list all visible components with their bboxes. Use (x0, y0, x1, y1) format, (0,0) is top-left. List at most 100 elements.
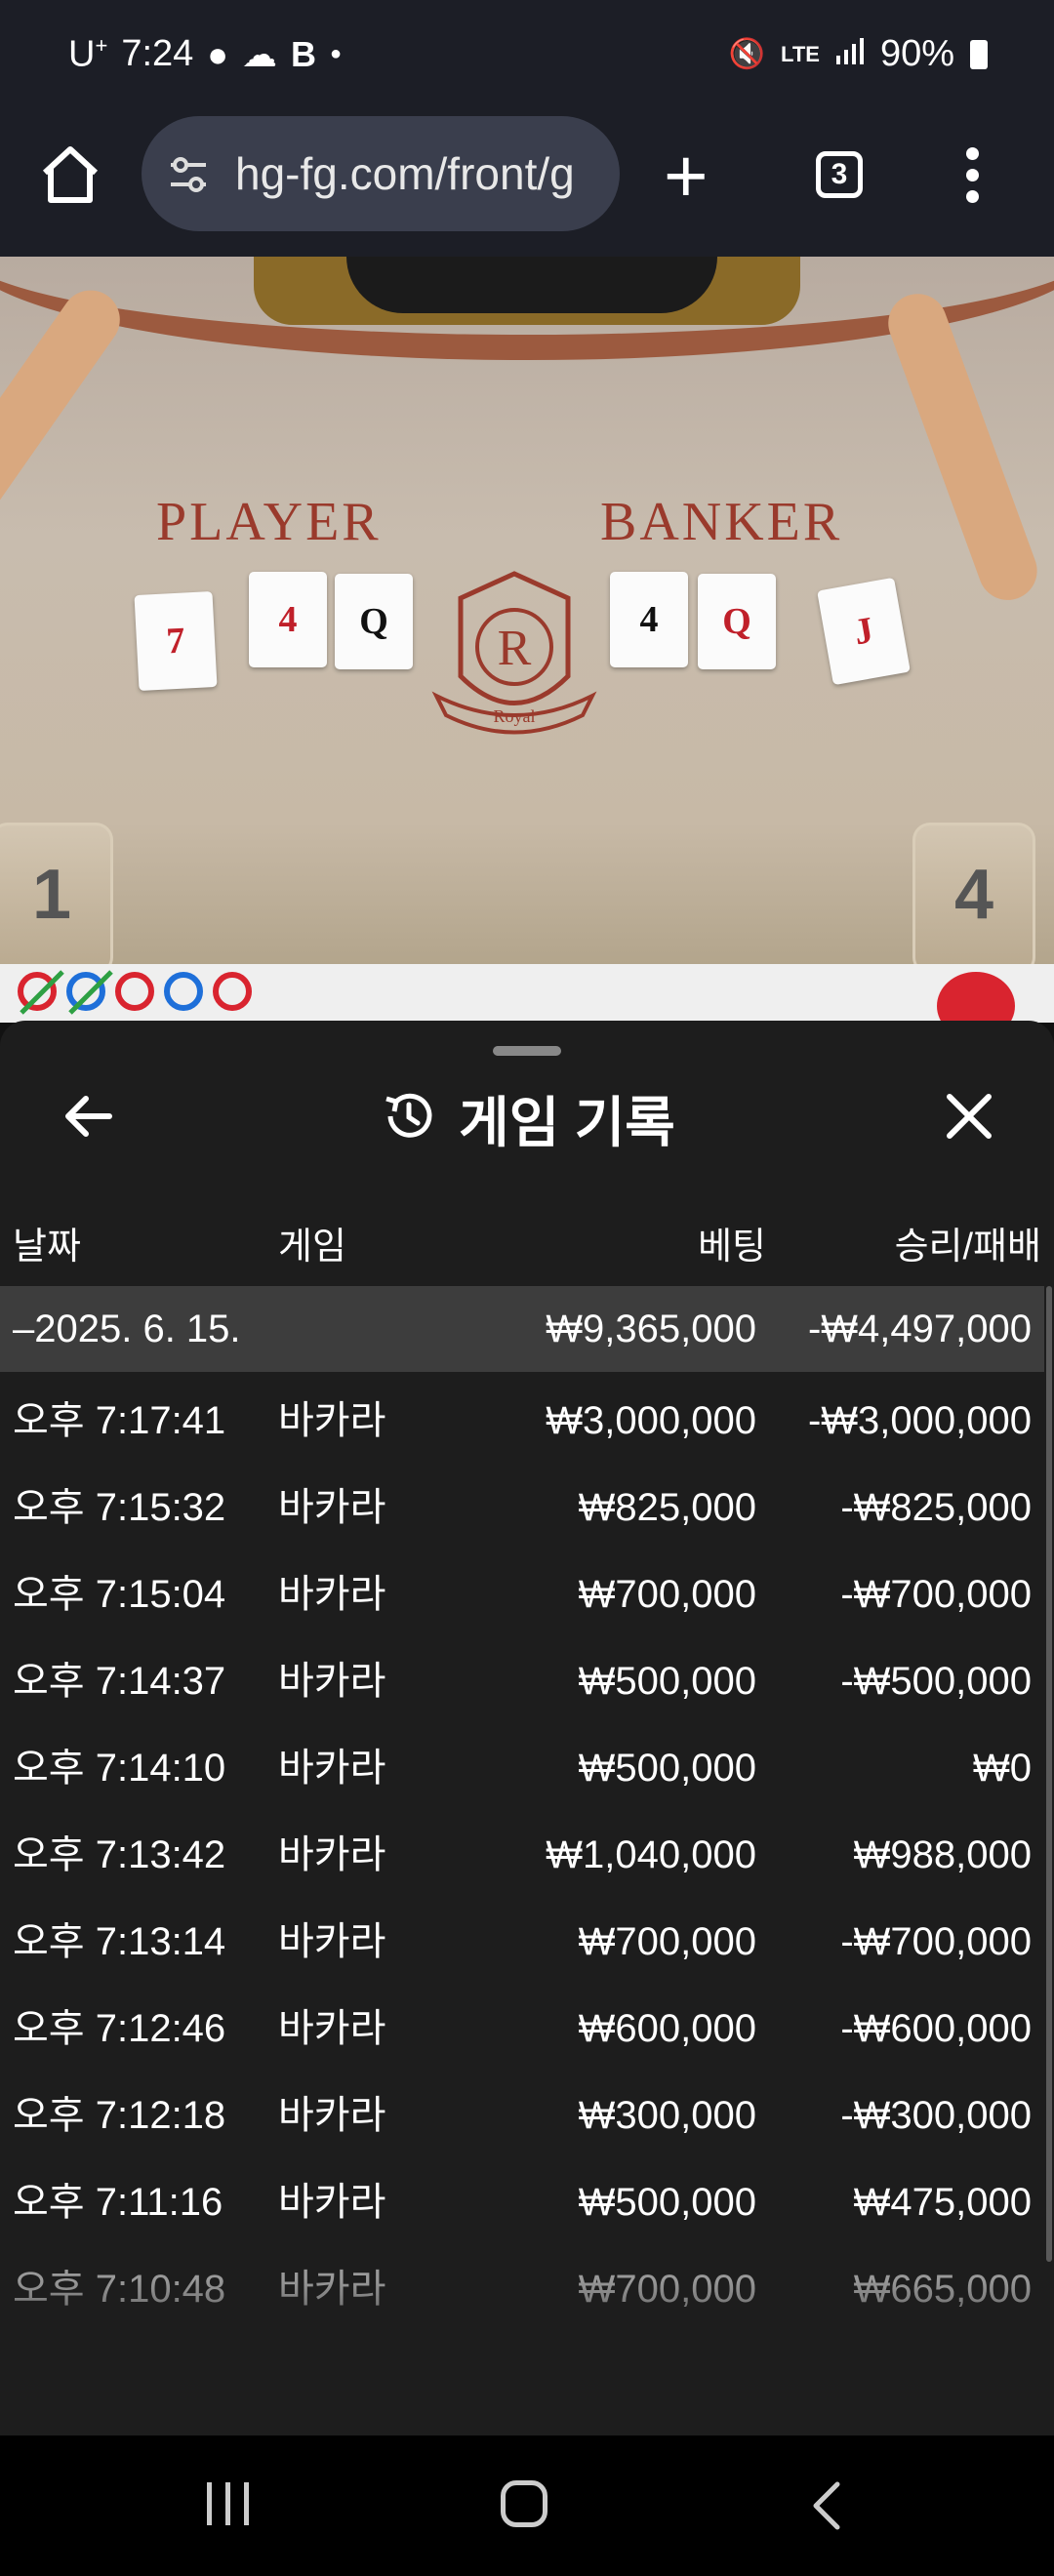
row-game: 바카라 (278, 2181, 386, 2224)
tie-marker-icon (20, 970, 113, 1015)
dealer-right-arm (879, 285, 1046, 609)
row-game: 바카라 (278, 2007, 386, 2050)
table-row[interactable]: 오후 7:14:37 바카라 ₩500,000 -₩500,000 (0, 1632, 1044, 1719)
summary-bet: ₩9,365,000 (546, 1308, 756, 1350)
history-list: 오후 7:17:41 바카라 ₩3,000,000 -₩3,000,000 오후 7:… (0, 1372, 1044, 2327)
row-bet: ₩500,000 (578, 1747, 756, 1790)
row-game: 바카라 (278, 1660, 386, 1703)
road-bead (115, 972, 154, 1011)
drag-handle[interactable] (493, 1046, 561, 1056)
scrollbar[interactable] (1046, 1286, 1052, 2262)
signal-icon (835, 33, 865, 75)
lte-label: LTE (781, 41, 820, 66)
address-bar[interactable]: hg-fg.com/front/g (142, 116, 620, 231)
more-vert-icon[interactable] (966, 147, 980, 212)
recent-apps-icon[interactable] (207, 2482, 249, 2525)
row-bet: ₩500,000 (578, 2181, 756, 2224)
nav-home-icon[interactable] (501, 2480, 547, 2527)
home-icon[interactable] (37, 141, 103, 208)
row-result: -₩700,000 (840, 1573, 1032, 1616)
status-right: 🔇 LTE 90% (729, 33, 988, 75)
row-time: 오후 7:14:37 (13, 1660, 226, 1703)
table-row[interactable]: 오후 7:11:16 바카라 ₩500,000 ₩475,000 (0, 2153, 1044, 2240)
row-time: 오후 7:15:04 (13, 1573, 226, 1616)
tab-switcher-button[interactable]: 3 (816, 151, 863, 198)
row-game: 바카라 (278, 2094, 386, 2137)
row-result: -₩300,000 (840, 2094, 1032, 2137)
row-time: 오후 7:15:32 (13, 1486, 226, 1529)
plus-icon[interactable]: + (664, 138, 709, 214)
battery-icon (970, 39, 988, 69)
banker-label: BANKER (600, 492, 843, 552)
date-summary-row[interactable]: –2025. 6. 15. ₩9,365,000 -₩4,497,000 (0, 1286, 1044, 1372)
system-nav-bar (0, 2435, 1054, 2576)
panel-header: 게임 기록 (0, 1079, 1054, 1158)
table-row[interactable]: 오후 7:13:14 바카라 ₩700,000 -₩700,000 (0, 1893, 1044, 1980)
row-bet: ₩3,000,000 (546, 1399, 756, 1442)
row-bet: ₩1,040,000 (546, 1833, 756, 1876)
b-app-icon: B (291, 33, 317, 74)
column-header-bet[interactable]: 베팅 (698, 1216, 766, 1269)
bead-road (0, 964, 1054, 1040)
road-bead (213, 972, 252, 1011)
row-bet: ₩825,000 (578, 1486, 756, 1529)
column-header-date[interactable]: 날짜 (13, 1216, 81, 1269)
table-row[interactable]: 오후 7:12:46 바카라 ₩600,000 -₩600,000 (0, 1980, 1044, 2067)
table-row[interactable]: 오후 7:14:10 바카라 ₩500,000 ₩0 (0, 1719, 1044, 1806)
row-bet: ₩600,000 (578, 2007, 756, 2050)
mute-icon: 🔇 (728, 38, 766, 70)
chat-bubble-icon: ● (207, 33, 229, 74)
row-bet: ₩700,000 (578, 1920, 756, 1963)
status-time: 7:24 (121, 33, 194, 75)
weather-icon: ☁ (242, 33, 278, 74)
row-result: -₩600,000 (840, 2007, 1032, 2050)
row-result: ₩0 (973, 1747, 1032, 1790)
row-bet: ₩300,000 (578, 2094, 756, 2137)
history-icon (379, 1087, 437, 1150)
row-result: -₩500,000 (840, 1660, 1032, 1703)
status-left: U+ 7:24 ● ☁ B ● (68, 33, 342, 76)
tune-icon[interactable] (167, 153, 210, 201)
table-row[interactable]: 오후 7:15:32 바카라 ₩825,000 -₩825,000 (0, 1459, 1044, 1546)
banker-card-3: J (817, 577, 911, 686)
column-header-result[interactable]: 승리/패배 (895, 1216, 1041, 1269)
row-time: 오후 7:14:10 (13, 1747, 226, 1790)
row-bet: ₩700,000 (578, 1573, 756, 1616)
row-game: 바카라 (278, 1747, 386, 1790)
banker-card-1: 4 (610, 572, 688, 667)
column-header-game[interactable]: 게임 (278, 1216, 346, 1269)
row-time: 오후 7:12:18 (13, 2094, 226, 2137)
road-bead (164, 972, 203, 1011)
live-video-feed[interactable]: PLAYER BANKER 7 4 Q 4 Q J R Royal 1 4 (0, 257, 1054, 964)
list-fade-overlay (0, 2279, 1054, 2435)
dealer-shirt (346, 257, 717, 313)
row-game: 바카라 (278, 1399, 386, 1442)
nav-back-icon[interactable] (800, 2476, 859, 2535)
svg-text:Royal: Royal (494, 706, 536, 726)
row-result: ₩988,000 (853, 1833, 1032, 1876)
close-icon[interactable] (942, 1089, 996, 1144)
browser-toolbar: hg-fg.com/front/g + 3 (0, 112, 1054, 257)
row-game: 바카라 (278, 1920, 386, 1963)
row-time: 오후 7:17:41 (13, 1399, 226, 1442)
table-row[interactable]: 오후 7:12:18 바카라 ₩300,000 -₩300,000 (0, 2067, 1044, 2153)
table-row[interactable]: 오후 7:17:41 바카라 ₩3,000,000 -₩3,000,000 (0, 1372, 1044, 1459)
row-game: 바카라 (278, 1486, 386, 1529)
table-row[interactable]: 오후 7:15:04 바카라 ₩700,000 -₩700,000 (0, 1546, 1044, 1632)
table-row[interactable]: 오후 7:13:42 바카라 ₩1,040,000 ₩988,000 (0, 1806, 1044, 1893)
dealer-left-arm (0, 278, 132, 584)
row-result: -₩700,000 (840, 1920, 1032, 1963)
battery-percent: 90% (879, 33, 954, 74)
game-history-panel: 게임 기록 날짜 게임 베팅 승리/패배 –2025. 6. 15. ₩9,36… (0, 1021, 1054, 2435)
summary-result: -₩4,497,000 (807, 1308, 1032, 1350)
row-time: 오후 7:13:42 (13, 1833, 226, 1876)
player-card-2: 4 (249, 572, 327, 667)
row-game: 바카라 (278, 1833, 386, 1876)
seat-number-right: 4 (912, 823, 1035, 964)
row-time: 오후 7:12:46 (13, 2007, 226, 2050)
carrier-label: U+ (68, 33, 108, 75)
row-bet: ₩500,000 (578, 1660, 756, 1703)
banker-card-2: Q (698, 574, 776, 669)
row-time: 오후 7:13:14 (13, 1920, 226, 1963)
url-text[interactable]: hg-fg.com/front/g (235, 147, 575, 200)
